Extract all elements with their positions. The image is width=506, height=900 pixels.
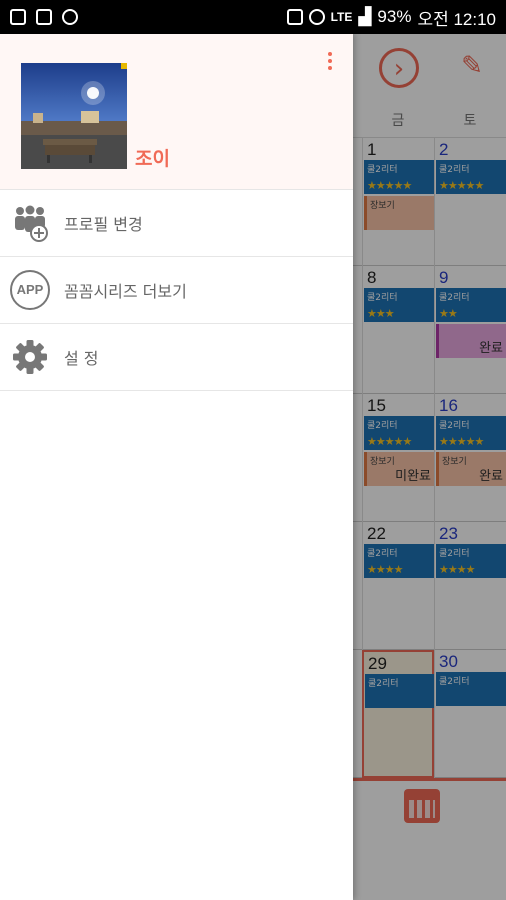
menu-label: 꼼꼼시리즈 더보기: [64, 282, 187, 301]
menu-item-profile-change[interactable]: 프로필 변경: [0, 190, 353, 257]
status-bar: LTE ▟ 93% 오전 12:10: [0, 0, 506, 34]
network-type: LTE: [330, 10, 353, 24]
gear-icon: [10, 337, 50, 377]
gallery-icon: [36, 9, 52, 25]
navigation-drawer: 조이 프로필 변경 APP 꼼꼼시리즈 더보기 설 정: [0, 34, 353, 900]
username: 조이: [135, 148, 170, 170]
signal-icon: ▟: [358, 7, 372, 26]
alarm-icon: [308, 9, 325, 25]
menu-label: 프로필 변경: [64, 215, 143, 234]
profile-photo[interactable]: [21, 63, 127, 169]
menu-item-settings[interactable]: 설 정: [0, 324, 353, 391]
drawer-header: 조이: [0, 34, 353, 190]
menu-item-more-series[interactable]: APP 꼼꼼시리즈 더보기: [0, 257, 353, 324]
menu-label: 설 정: [64, 349, 99, 368]
message-icon: [62, 9, 78, 25]
battery-level: 93%: [377, 7, 412, 26]
download-icon: [10, 9, 26, 25]
app-icon: APP: [10, 270, 50, 310]
clock: 오전 12:10: [417, 9, 496, 29]
profile-change-icon: [10, 203, 50, 243]
mute-icon: [286, 9, 303, 25]
more-options-icon[interactable]: [322, 50, 338, 72]
